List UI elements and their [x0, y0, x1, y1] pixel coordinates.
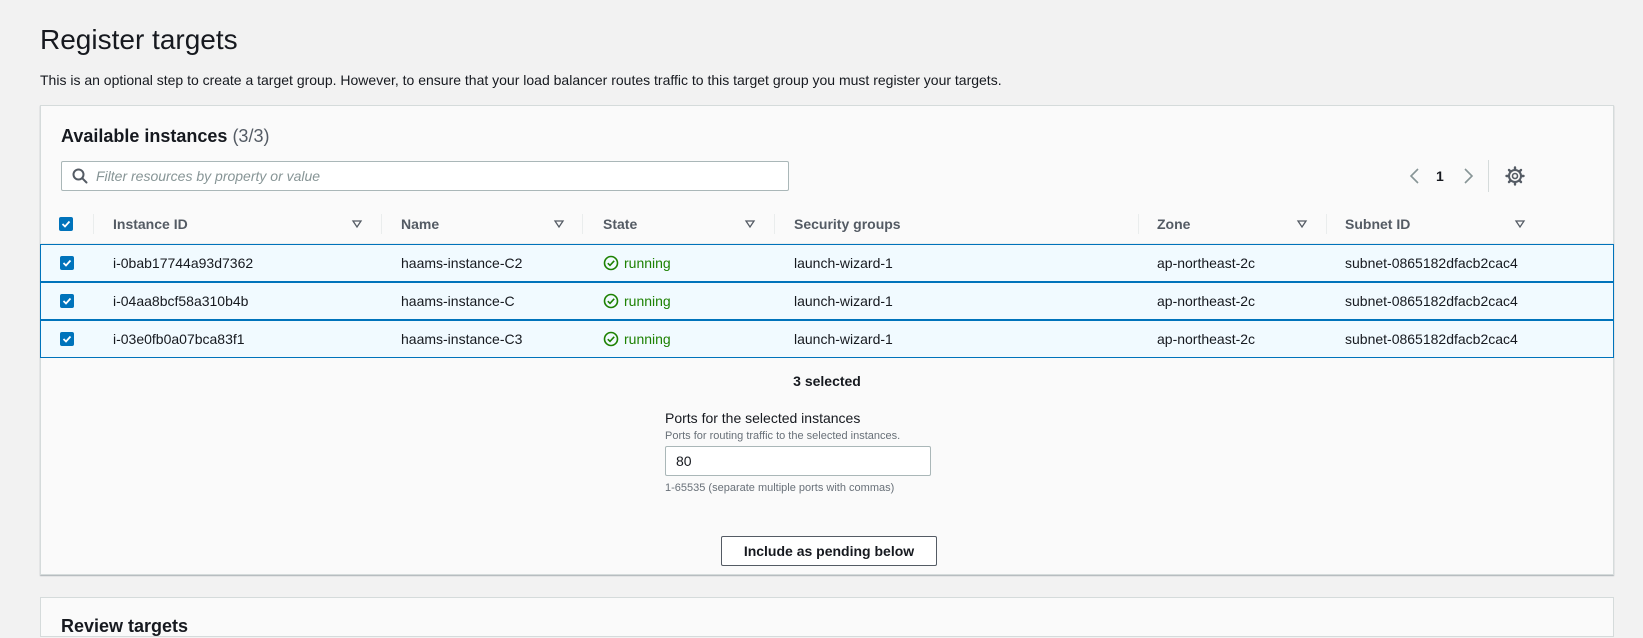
cell-instance-id[interactable]: i-03e0fb0a07bca83f1: [113, 321, 245, 357]
checkbox-checked-icon: [62, 259, 72, 267]
table-header: Instance ID Name State Security groups Z…: [41, 204, 1613, 244]
available-instances-header: Available instances (3/3): [61, 124, 269, 148]
cell-instance-id[interactable]: i-04aa8bcf58a310b4b: [113, 283, 248, 319]
select-all-checkbox[interactable]: [59, 217, 73, 231]
cell-state: running: [603, 321, 671, 357]
table-row[interactable]: i-0bab17744a93d7362 haams-instance-C2 ru…: [40, 244, 1614, 282]
column-divider: [93, 214, 94, 234]
cell-state: running: [603, 283, 671, 319]
status-ok-icon: [603, 293, 619, 309]
available-instances-count: (3/3): [232, 126, 270, 146]
cell-security-groups: launch-wizard-1: [794, 293, 893, 309]
include-as-pending-button[interactable]: Include as pending below: [721, 536, 937, 566]
ports-constraint: 1-65535 (separate multiple ports with co…: [665, 482, 895, 494]
page-title: Register targets: [40, 24, 238, 55]
table-row[interactable]: i-04aa8bcf58a310b4b haams-instance-C run…: [40, 282, 1614, 320]
sort-caret-icon[interactable]: [553, 218, 565, 230]
row-checkbox[interactable]: [60, 332, 74, 346]
cell-security-groups: launch-wizard-1: [794, 331, 893, 347]
state-text: running: [624, 255, 671, 271]
page-number[interactable]: 1: [1436, 166, 1444, 186]
column-divider: [582, 214, 583, 234]
available-instances-title: Available instances: [61, 126, 228, 146]
checkbox-checked-icon: [62, 335, 72, 343]
review-targets-title: Review targets: [61, 616, 189, 636]
column-divider: [381, 214, 382, 234]
cell-name: haams-instance-C3: [401, 331, 523, 347]
column-header-name[interactable]: Name: [401, 204, 439, 244]
cell-name: haams-instance-C: [401, 293, 515, 309]
available-instances-panel: Available instances (3/3) 1: [40, 105, 1614, 575]
state-text: running: [624, 331, 671, 347]
column-header-zone[interactable]: Zone: [1157, 204, 1190, 244]
column-divider: [774, 214, 775, 234]
cell-zone: ap-northeast-2c: [1157, 331, 1256, 347]
cell-security-groups: launch-wizard-1: [794, 255, 893, 271]
review-targets-panel: Review targets: [40, 597, 1614, 637]
cell-state: running: [603, 245, 671, 281]
pager-divider: [1488, 160, 1489, 192]
state-text: running: [624, 293, 671, 309]
gear-icon[interactable]: [1505, 166, 1525, 186]
sort-caret-icon[interactable]: [1296, 218, 1308, 230]
column-divider: [1326, 214, 1327, 234]
ports-description: Ports for routing traffic to the selecte…: [665, 430, 901, 442]
column-header-instance-id[interactable]: Instance ID: [113, 204, 188, 244]
column-header-subnet-id[interactable]: Subnet ID: [1345, 204, 1410, 244]
checkbox-checked-icon: [62, 297, 72, 305]
table-row[interactable]: i-03e0fb0a07bca83f1 haams-instance-C3 ru…: [40, 320, 1614, 358]
search-icon: [72, 168, 88, 184]
chevron-right-icon[interactable]: [1463, 162, 1475, 190]
sort-caret-icon[interactable]: [744, 218, 756, 230]
filter-input[interactable]: [96, 162, 776, 190]
row-checkbox[interactable]: [60, 294, 74, 308]
sort-caret-icon[interactable]: [1514, 218, 1526, 230]
column-header-security-groups[interactable]: Security groups: [794, 204, 901, 244]
cell-zone: ap-northeast-2c: [1157, 255, 1256, 271]
chevron-left-icon[interactable]: [1408, 162, 1420, 190]
cell-subnet-id: subnet-0865182dfacb2cac4: [1345, 293, 1518, 309]
ports-label: Ports for the selected instances: [665, 410, 861, 426]
cell-subnet-id: subnet-0865182dfacb2cac4: [1345, 331, 1518, 347]
status-ok-icon: [603, 255, 619, 271]
column-divider: [1138, 214, 1139, 234]
status-ok-icon: [603, 331, 619, 347]
cell-subnet-id: subnet-0865182dfacb2cac4: [1345, 255, 1518, 271]
cell-name: haams-instance-C2: [401, 255, 523, 271]
page-description: This is an optional step to create a tar…: [40, 72, 1002, 88]
column-header-state[interactable]: State: [603, 204, 637, 244]
cell-instance-id[interactable]: i-0bab17744a93d7362: [113, 245, 253, 281]
cell-zone: ap-northeast-2c: [1157, 293, 1256, 309]
sort-caret-icon[interactable]: [351, 218, 363, 230]
filter-box: [61, 161, 789, 191]
checkbox-checked-icon: [61, 220, 71, 228]
row-checkbox[interactable]: [60, 256, 74, 270]
selected-count: 3 selected: [793, 373, 861, 389]
ports-input[interactable]: [665, 446, 931, 476]
